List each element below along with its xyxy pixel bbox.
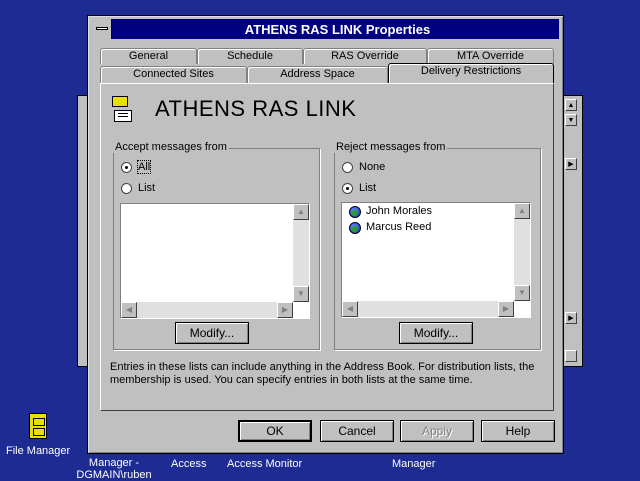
reject-list-box[interactable]: John Morales Marcus Reed ▲ ▼ ◀ ▶ xyxy=(341,202,531,318)
cancel-button[interactable]: Cancel xyxy=(320,420,394,442)
scroll-down-arrow[interactable]: ▼ xyxy=(514,285,530,301)
ok-button[interactable]: OK xyxy=(238,420,312,442)
accept-horizontal-scrollbar[interactable]: ◀ ▶ xyxy=(121,302,293,318)
title-bar[interactable]: ATHENS RAS LINK Properties xyxy=(92,19,559,39)
tab-mta-override[interactable]: MTA Override xyxy=(427,48,554,64)
apply-button-label: Apply xyxy=(421,424,453,438)
accept-vertical-scrollbar[interactable]: ▲ ▼ xyxy=(293,204,309,302)
list-item[interactable]: John Morales xyxy=(366,205,432,217)
globe-icon xyxy=(349,222,361,234)
desktop-icon-label-access[interactable]: Access xyxy=(171,458,206,470)
reject-none-label[interactable]: None xyxy=(359,161,385,173)
scroll-down-arrow[interactable]: ▼ xyxy=(293,286,309,302)
scroll-right-arrow[interactable]: ▶ xyxy=(498,301,514,317)
list-item[interactable]: Marcus Reed xyxy=(366,221,431,233)
reject-list-radio[interactable] xyxy=(342,183,353,194)
dialog-title: ATHENS RAS LINK Properties xyxy=(244,22,431,37)
help-button[interactable]: Help xyxy=(481,420,555,442)
accept-list-radio[interactable] xyxy=(121,183,132,194)
accept-all-label[interactable]: All xyxy=(136,160,152,174)
scroll-right-arrow-lower[interactable]: ▶ xyxy=(565,312,577,324)
scroll-down-arrow[interactable]: ▼ xyxy=(565,114,577,126)
accept-group-label: Accept messages from xyxy=(113,141,229,153)
tab-general[interactable]: General xyxy=(100,48,197,64)
desktop-icon-label-manager[interactable]: Manager xyxy=(392,458,435,470)
tab-ras-override[interactable]: RAS Override xyxy=(303,48,427,64)
reject-none-radio[interactable] xyxy=(342,162,353,173)
scroll-up-arrow[interactable]: ▲ xyxy=(293,204,309,220)
reject-modify-button[interactable]: Modify... xyxy=(399,322,473,344)
tab-schedule[interactable]: Schedule xyxy=(197,48,303,64)
file-cabinet-icon[interactable] xyxy=(29,413,47,439)
info-text: Entries in these lists can include anyth… xyxy=(110,361,535,386)
mail-link-icon xyxy=(112,96,134,124)
accept-modify-button[interactable]: Modify... xyxy=(175,322,249,344)
system-menu-icon[interactable] xyxy=(92,19,112,39)
desktop-icon-label-manager-dgmain[interactable]: Manager - DGMAIN\ruben xyxy=(76,457,152,481)
reject-vertical-scrollbar[interactable]: ▲ ▼ xyxy=(514,203,530,301)
scroll-right-arrow[interactable]: ▶ xyxy=(277,302,293,318)
tab-address-space[interactable]: Address Space xyxy=(247,66,388,84)
scroll-up-arrow[interactable]: ▲ xyxy=(514,203,530,219)
reject-group-label: Reject messages from xyxy=(334,141,448,153)
connector-heading: ATHENS RAS LINK xyxy=(155,96,357,121)
reject-horizontal-scrollbar[interactable]: ◀ ▶ xyxy=(342,301,514,317)
scroll-right-arrow[interactable]: ▶ xyxy=(565,158,577,170)
scroll-left-arrow[interactable]: ◀ xyxy=(342,301,358,317)
scroll-left-arrow[interactable]: ◀ xyxy=(121,302,137,318)
accept-list-label[interactable]: List xyxy=(138,182,155,194)
desktop-icon-label-file-manager[interactable]: File Manager xyxy=(6,445,70,457)
accept-all-radio[interactable] xyxy=(121,162,132,173)
tab-delivery-restrictions[interactable]: Delivery Restrictions xyxy=(388,63,554,83)
desktop-icon-label-access-monitor[interactable]: Access Monitor xyxy=(227,458,302,470)
tab-connected-sites[interactable]: Connected Sites xyxy=(100,66,247,84)
apply-button[interactable]: Apply xyxy=(400,420,474,442)
globe-icon xyxy=(349,206,361,218)
reject-list-label[interactable]: List xyxy=(359,182,376,194)
resize-grip[interactable] xyxy=(565,350,577,362)
accept-list-box[interactable]: ▲ ▼ ◀ ▶ xyxy=(120,203,310,319)
scroll-up-arrow[interactable]: ▲ xyxy=(565,99,577,111)
tab-panel: ATHENS RAS LINK Accept messages from All… xyxy=(100,83,554,411)
